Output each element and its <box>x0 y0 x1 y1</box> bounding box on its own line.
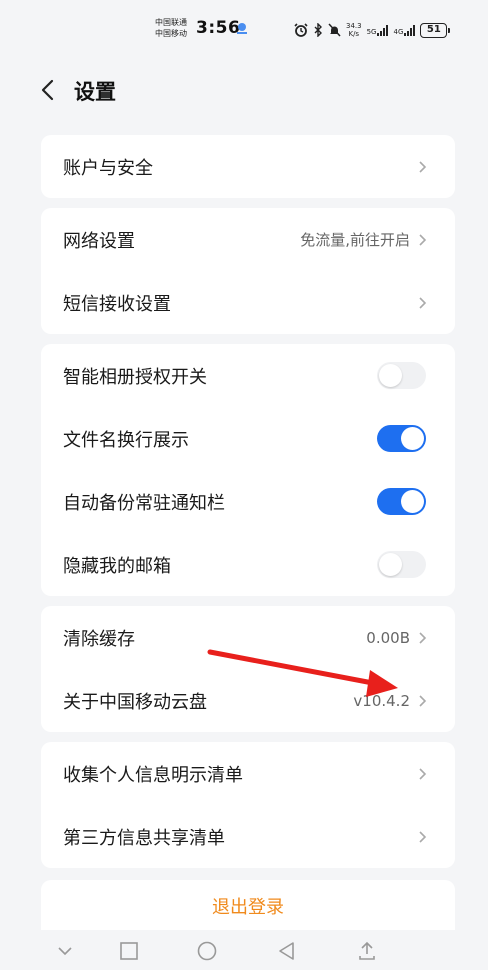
network-settings-row[interactable]: 网络设置 免流量,前往开启 <box>41 208 455 271</box>
carrier-1: 中国联通 <box>155 18 187 27</box>
row-label: 网络设置 <box>63 230 135 252</box>
speed-value: 34.3 <box>346 22 362 30</box>
row-label: 智能相册授权开关 <box>63 366 207 388</box>
row-right <box>418 805 427 868</box>
backup-notification-toggle[interactable] <box>377 488 426 515</box>
chevron-right-icon <box>419 233 427 246</box>
battery-icon: 51 <box>420 22 451 38</box>
signal-bars-2-icon <box>404 24 416 36</box>
page-title: 设置 <box>74 80 116 104</box>
account-security-row[interactable]: 账户与安全 <box>41 135 455 198</box>
signal-1: 5G <box>366 24 389 36</box>
row-label: 清除缓存 <box>63 628 135 650</box>
chevron-right-icon <box>419 160 427 173</box>
nav-recents-icon[interactable] <box>118 940 140 962</box>
settings-group-toggles: 智能相册授权开关 文件名换行展示 自动备份常驻通知栏 隐藏我的邮箱 <box>41 344 455 596</box>
alarm-icon <box>294 23 308 37</box>
hide-mailbox-toggle[interactable] <box>377 551 426 578</box>
row-label: 第三方信息共享清单 <box>63 827 225 849</box>
speed-unit: K/s <box>348 30 360 38</box>
row-right <box>418 135 427 198</box>
settings-group-network: 网络设置 免流量,前往开启 短信接收设置 <box>41 208 455 334</box>
toggle-knob <box>379 364 402 387</box>
chevron-right-icon <box>419 631 427 644</box>
row-right: 免流量,前往开启 <box>300 208 427 271</box>
chevron-right-icon <box>419 694 427 707</box>
signal-bars-1-icon <box>377 24 389 36</box>
row-label: 隐藏我的邮箱 <box>63 555 171 577</box>
settings-group-account: 账户与安全 <box>41 135 455 198</box>
row-label: 收集个人信息明示清单 <box>63 764 243 786</box>
toggle-knob <box>401 427 424 450</box>
nav-back-icon[interactable] <box>276 940 298 962</box>
mute-icon <box>328 23 341 37</box>
cache-size: 0.00B <box>366 628 410 647</box>
network-type-2: 4G <box>393 27 404 36</box>
personal-info-list-row[interactable]: 收集个人信息明示清单 <box>41 742 455 805</box>
cloud-app-icon <box>237 23 247 34</box>
toggle-knob <box>401 490 424 513</box>
system-nav-bar <box>0 930 488 970</box>
status-bar: 中国联通 中国移动 3:56 34.3 K/s 5G 4G 51 <box>0 0 488 58</box>
filename-wrap-toggle[interactable] <box>377 425 426 452</box>
hide-mailbox-row: 隐藏我的邮箱 <box>41 533 455 596</box>
status-time: 3:56 <box>196 18 241 38</box>
smart-album-row: 智能相册授权开关 <box>41 344 455 407</box>
backup-notification-row: 自动备份常驻通知栏 <box>41 470 455 533</box>
row-right: 0.00B <box>366 606 427 669</box>
settings-group-app: 清除缓存 0.00B 关于中国移动云盘 v10.4.2 <box>41 606 455 732</box>
row-value: 免流量,前往开启 <box>300 231 410 249</box>
row-label: 文件名换行展示 <box>63 429 189 451</box>
chevron-right-icon <box>419 830 427 843</box>
chevron-right-icon <box>419 767 427 780</box>
sms-settings-row[interactable]: 短信接收设置 <box>41 271 455 334</box>
smart-album-toggle[interactable] <box>377 362 426 389</box>
nav-home-icon[interactable] <box>196 940 218 962</box>
nav-up-icon[interactable] <box>356 940 378 962</box>
row-label: 关于中国移动云盘 <box>63 691 207 713</box>
bluetooth-icon <box>314 23 322 37</box>
about-app-row[interactable]: 关于中国移动云盘 v10.4.2 <box>41 669 455 732</box>
system-icons: 34.3 K/s 5G 4G 51 <box>294 20 451 40</box>
nav-down-icon[interactable] <box>54 940 76 962</box>
row-label: 账户与安全 <box>63 157 153 179</box>
third-party-sharing-row[interactable]: 第三方信息共享清单 <box>41 805 455 868</box>
row-right <box>418 271 427 334</box>
carrier-2: 中国移动 <box>155 29 187 38</box>
clear-cache-row[interactable]: 清除缓存 0.00B <box>41 606 455 669</box>
row-label: 自动备份常驻通知栏 <box>63 492 225 514</box>
signal-2: 4G <box>393 24 416 36</box>
app-version: v10.4.2 <box>353 691 410 710</box>
network-type-1: 5G <box>366 27 377 36</box>
filename-wrap-row: 文件名换行展示 <box>41 407 455 470</box>
row-right: v10.4.2 <box>353 669 427 732</box>
chevron-right-icon <box>419 296 427 309</box>
settings-group-privacy: 收集个人信息明示清单 第三方信息共享清单 <box>41 742 455 868</box>
toggle-knob <box>379 553 402 576</box>
row-right <box>418 742 427 805</box>
page-header: 设置 <box>0 66 488 116</box>
back-chevron-icon[interactable] <box>38 78 58 102</box>
row-label: 短信接收设置 <box>63 293 171 315</box>
network-speed: 34.3 K/s <box>346 22 362 38</box>
carrier-names: 中国联通 中国移动 <box>155 17 187 39</box>
logout-button[interactable]: 退出登录 <box>41 880 455 936</box>
